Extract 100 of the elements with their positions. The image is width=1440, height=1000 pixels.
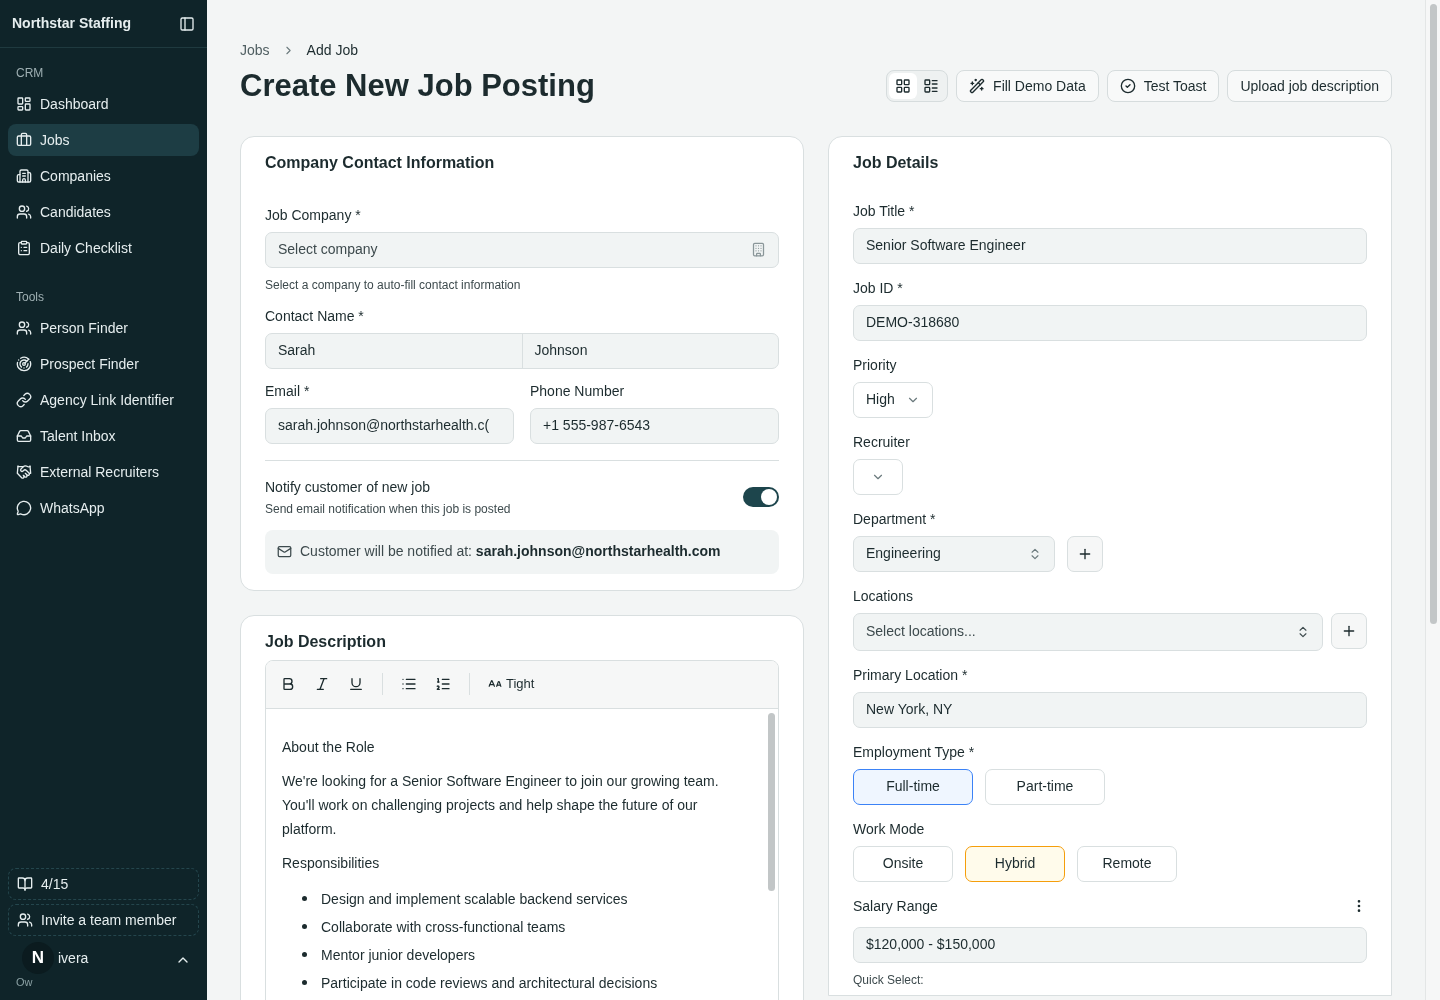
editor-paragraph: We're looking for a Senior Software Engineer to join our growing team. You'll work on challenging projects and help shape the future of our platform. (282, 771, 720, 839)
field-label: Job ID * (853, 278, 903, 298)
view-toggle-item[interactable] (889, 73, 918, 100)
sidebar-item[interactable]: Daily Checklist (8, 232, 199, 264)
hint-text: Select a company to auto-fill contact information (265, 276, 521, 294)
briefcase-icon (16, 132, 32, 148)
user-role: Ow (16, 975, 33, 990)
locations-select[interactable]: Select locations... (853, 612, 1323, 651)
field-label: Contact Name * (265, 306, 364, 326)
sidebar-item[interactable]: WhatsApp (8, 492, 199, 524)
notify-switch[interactable] (743, 487, 779, 507)
section-title: Tools (15, 289, 45, 306)
add-button[interactable] (1331, 612, 1367, 649)
add-button[interactable] (1067, 535, 1103, 572)
field-label: Job Title * (853, 201, 915, 221)
action-button[interactable]: Upload job description (1227, 70, 1392, 103)
sidebar-item[interactable]: Agency Link Identifier (8, 384, 199, 416)
editor[interactable] (265, 659, 779, 1000)
sidebar-item[interactable]: Talent Inbox (8, 420, 199, 452)
mail-icon (277, 544, 292, 559)
handshake-icon (16, 464, 32, 480)
option-button[interactable]: Hybrid (965, 845, 1065, 882)
card-title: Job Details (853, 152, 939, 173)
option-button[interactable]: Part-time (985, 768, 1105, 805)
bullet-text: Participate in code reviews and architectural decisions (321, 973, 658, 993)
breadcrumb-current: Add Job (306, 41, 358, 60)
sidebar-item[interactable]: Dashboard (8, 88, 199, 120)
input-field[interactable]: $120,000 - $150,000 (853, 926, 1367, 963)
field-label: Department * (853, 509, 936, 529)
sidebar-item[interactable]: Candidates (8, 196, 199, 228)
book-icon (17, 876, 33, 892)
field-label: Job Company * (265, 205, 361, 225)
numbered-list-icon[interactable] (435, 676, 451, 692)
clipboard-icon (16, 240, 32, 256)
inbox-icon (16, 428, 32, 444)
input-field[interactable]: DEMO-318680 (853, 304, 1367, 341)
bullet-text: Collaborate with cross-functional teams (321, 917, 566, 937)
input-field[interactable]: Senior Software Engineer (853, 227, 1367, 264)
scrollbar-thumb[interactable] (767, 712, 775, 891)
line-spacing-button[interactable]: Tight (488, 674, 535, 694)
magic-wand-icon (969, 78, 986, 95)
sidebar-item[interactable]: External Recruiters (8, 456, 199, 488)
section-title: CRM (15, 65, 45, 82)
input-field[interactable]: New York, NY (853, 691, 1367, 728)
notify-message: Customer will be notified at: sarah.johnson@northstarhealth.com (300, 542, 721, 561)
breadcrumb-link[interactable]: Jobs (240, 40, 270, 61)
radar-icon (16, 356, 32, 372)
notify-description: Send email notification when this job is posted (265, 500, 511, 518)
italic-icon[interactable] (314, 676, 330, 692)
users-icon (17, 912, 33, 928)
field-label: Email * (265, 381, 310, 401)
field-label: Salary Range (853, 896, 938, 916)
field-label: Locations (853, 586, 913, 606)
sidebar-toggle-icon[interactable] (179, 15, 195, 32)
bullet-icon (302, 896, 307, 901)
bullet-list-icon[interactable] (401, 676, 417, 692)
option-button[interactable]: Onsite (853, 845, 953, 882)
bullet-icon (302, 924, 307, 929)
editor-paragraph: Responsibilities (282, 853, 381, 873)
bullet-text: Mentor junior developers (321, 945, 476, 965)
option-button[interactable]: Full-time (853, 768, 973, 805)
priority-select[interactable]: High (853, 381, 933, 418)
sidebar-item[interactable]: Prospect Finder (8, 348, 199, 380)
underline-icon[interactable] (348, 676, 364, 692)
action-button[interactable]: Fill Demo Data (956, 70, 1099, 103)
sidebar-item[interactable]: Person Finder (8, 312, 199, 344)
card-title: Job Description (265, 631, 386, 652)
dashboard-icon (16, 96, 32, 112)
field-label: Primary Location * (853, 665, 968, 685)
field-label: Employment Type * (853, 742, 975, 762)
page-title: Create New Job Posting (240, 67, 595, 105)
bold-icon[interactable] (280, 676, 296, 692)
field-label: Recruiter (853, 432, 910, 452)
scrollbar-thumb[interactable] (1429, 4, 1437, 624)
chat-bubble-icon (16, 500, 32, 516)
action-button[interactable]: Test Toast (1106, 70, 1220, 103)
sidebar-item[interactable]: Jobs (8, 124, 199, 156)
bullet-text: Design and implement scalable backend services (321, 889, 628, 909)
notify-label: Notify customer of new job (265, 477, 430, 497)
sidebar-item[interactable]: Companies (8, 160, 199, 192)
field-label: Phone Number (530, 381, 625, 401)
field-label: Work Mode (853, 819, 925, 839)
brand-name: Northstar Staffing (12, 14, 131, 33)
editor-paragraph: About the Role (282, 737, 376, 757)
department-select[interactable]: Engineering (853, 535, 1055, 572)
input-field[interactable]: Select company (265, 231, 779, 268)
user-avatar[interactable]: N (22, 942, 54, 974)
building-icon (16, 168, 32, 184)
input-field[interactable]: sarah.johnson@northstarhealth.c( (265, 407, 514, 444)
quick-select-label: Quick Select: (853, 971, 924, 989)
invite-button[interactable]: Invite a team member (8, 904, 199, 936)
option-button[interactable]: Remote (1077, 845, 1177, 882)
check-circle-icon (1119, 78, 1136, 95)
users-icon (16, 204, 32, 220)
user-name: ivera (58, 948, 89, 968)
bullet-icon (302, 980, 307, 985)
progress-button[interactable]: 4/15 (8, 868, 199, 900)
building-icon (751, 242, 766, 257)
grid-icon (895, 78, 912, 95)
input-field[interactable]: +1 555-987-6543 (530, 407, 779, 444)
